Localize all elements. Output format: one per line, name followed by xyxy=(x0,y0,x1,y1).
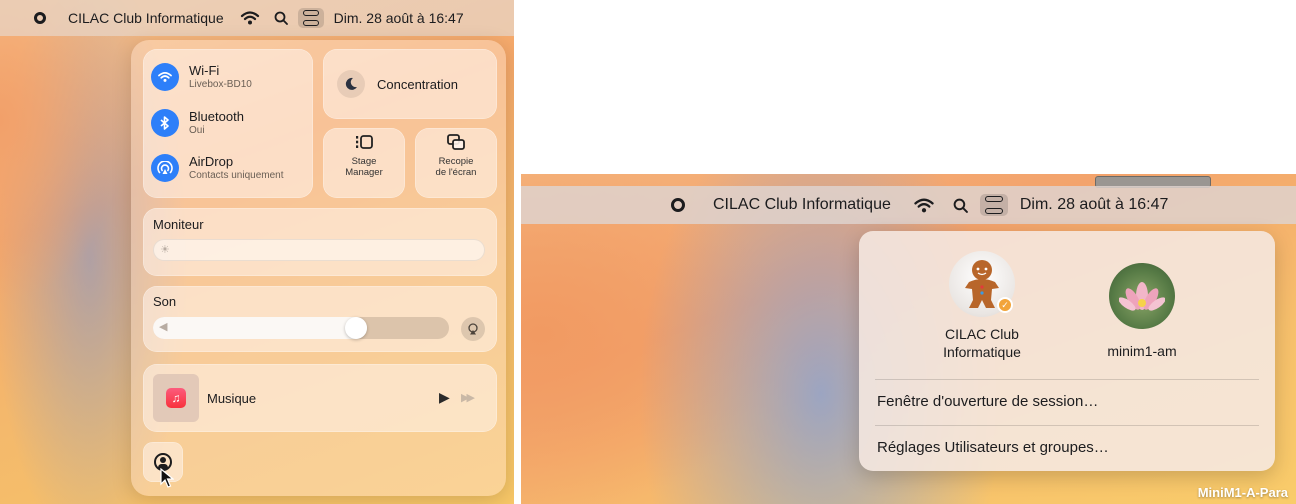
bluetooth-icon xyxy=(151,109,179,137)
menu-bar: CILAC Club Informatique Dim. 28 août à 1… xyxy=(0,0,514,36)
user-switch-menu: ✓ CILAC Club Informatique minim1-am Fenê… xyxy=(859,231,1275,471)
screen-mirroring-icon xyxy=(415,134,497,155)
sound-label: Son xyxy=(153,294,177,309)
menubar-clock[interactable]: Dim. 28 août à 16:47 xyxy=(334,10,464,26)
menu-separator xyxy=(875,379,1259,380)
wifi-subtitle: Livebox-BD10 xyxy=(189,78,252,90)
bluetooth-title: Bluetooth xyxy=(189,109,244,125)
menubar-user-name[interactable]: CILAC Club Informatique xyxy=(68,10,224,26)
airdrop-title: AirDrop xyxy=(189,154,234,170)
users-groups-settings-item[interactable]: Réglages Utilisateurs et groupes… xyxy=(877,439,1109,456)
menu-bar: CILAC Club Informatique Dim. 28 août à 1… xyxy=(521,186,1296,224)
gingerbread-avatar-icon: ✓ xyxy=(949,251,1015,317)
mouse-cursor-icon xyxy=(160,467,175,493)
user-minim1[interactable]: minim1-am xyxy=(1087,263,1197,359)
speaker-icon: ◀ xyxy=(159,321,168,333)
wifi-icon xyxy=(151,63,179,91)
sound-tile: Son ◀ xyxy=(143,286,497,352)
desktop-hd-label: MiniM1-A-Para xyxy=(1197,485,1288,500)
user-minim1-name: minim1-am xyxy=(1107,343,1177,359)
play-icon[interactable]: ▶ xyxy=(439,389,450,406)
focus-button[interactable]: Concentration xyxy=(323,49,497,119)
check-badge-icon: ✓ xyxy=(997,297,1013,313)
user-menu-screenshot: CILAC Club Informatique Dim. 28 août à 1… xyxy=(521,174,1296,504)
volume-fill xyxy=(153,317,367,339)
user-cilac-name-2: Informatique xyxy=(943,344,1021,361)
menubar-user-name[interactable]: CILAC Club Informatique xyxy=(713,196,891,214)
screen-mirroring-button[interactable]: Recopie de l'écran xyxy=(415,128,497,198)
airdrop-icon xyxy=(151,154,179,182)
control-center-icon[interactable] xyxy=(979,194,1008,216)
bluetooth-row[interactable]: Bluetooth Oui xyxy=(151,109,244,137)
user-cilac-name-1: CILAC Club xyxy=(945,326,1019,342)
wifi-title: Wi-Fi xyxy=(189,63,220,79)
menu-separator xyxy=(875,425,1259,426)
menubar-clock[interactable]: Dim. 28 août à 16:47 xyxy=(1020,196,1169,214)
fast-user-switch-icon[interactable] xyxy=(34,12,46,24)
wifi-icon[interactable] xyxy=(240,10,260,26)
control-center-icon[interactable] xyxy=(297,8,324,28)
now-playing-tile: ♫ Musique ▶ ▶▶ xyxy=(143,364,497,432)
screen-mirroring-label: Recopie de l'écran xyxy=(435,156,477,178)
search-icon[interactable] xyxy=(953,198,968,213)
user-cilac[interactable]: ✓ CILAC Club Informatique xyxy=(917,251,1047,361)
brightness-icon: ☀ xyxy=(160,244,170,256)
airdrop-row[interactable]: AirDrop Contacts uniquement xyxy=(151,154,284,182)
wifi-row[interactable]: Wi-Fi Livebox-BD10 xyxy=(151,63,252,91)
airdrop-subtitle: Contacts uniquement xyxy=(189,169,284,181)
volume-knob[interactable] xyxy=(345,317,367,339)
moon-icon xyxy=(337,70,365,98)
stage-manager-icon xyxy=(323,134,405,155)
stage-manager-button[interactable]: Stage Manager xyxy=(323,128,405,198)
lotus-avatar-icon xyxy=(1109,263,1175,329)
bluetooth-subtitle: Oui xyxy=(189,124,205,136)
control-center-screenshot: CILAC Club Informatique Dim. 28 août à 1… xyxy=(0,0,514,504)
display-tile: Moniteur ☀ xyxy=(143,208,497,276)
airplay-audio-icon[interactable] xyxy=(461,317,485,341)
display-brightness-slider[interactable]: ☀ xyxy=(153,239,485,261)
now-playing-label: Musique xyxy=(207,391,257,406)
forward-icon[interactable]: ▶▶ xyxy=(461,391,475,404)
display-label: Moniteur xyxy=(153,217,204,232)
fast-user-switch-icon[interactable] xyxy=(671,198,685,212)
stage-manager-label: Stage Manager xyxy=(345,156,383,178)
music-app-icon: ♫ xyxy=(153,374,199,422)
network-tile: Wi-Fi Livebox-BD10 Bluetooth Oui AirDrop… xyxy=(143,49,313,198)
focus-label: Concentration xyxy=(377,76,458,92)
search-icon[interactable] xyxy=(274,11,288,25)
wifi-icon[interactable] xyxy=(913,197,935,214)
login-window-item[interactable]: Fenêtre d'ouverture de session… xyxy=(877,393,1098,410)
volume-slider[interactable]: ◀ xyxy=(153,317,449,339)
